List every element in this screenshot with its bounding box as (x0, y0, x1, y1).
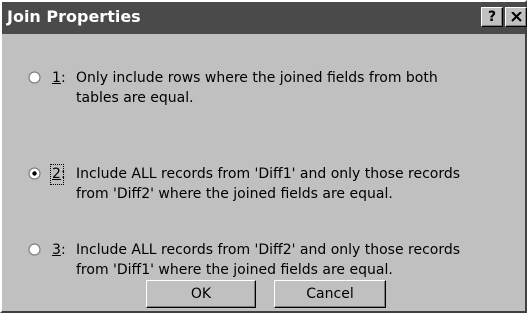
option-1-colon: : (61, 70, 66, 86)
close-button[interactable] (505, 7, 527, 27)
window-title: Join Properties (7, 7, 141, 26)
radio-selected-dot (32, 171, 37, 176)
radio-button-option-1[interactable] (28, 71, 41, 84)
cancel-button[interactable]: Cancel (274, 280, 386, 308)
radio-button-option-3[interactable] (28, 243, 41, 256)
option-3-colon: : (61, 242, 66, 258)
ok-button-label: OK (190, 286, 212, 302)
title-bar[interactable]: Join Properties ? (2, 2, 527, 34)
option-2-number: 2 (52, 166, 61, 182)
option-1-number: 1 (52, 70, 61, 86)
option-3-label: Include ALL records from 'Diff2' and onl… (76, 242, 461, 278)
option-3-number: 3 (52, 242, 61, 258)
help-button[interactable]: ? (481, 7, 503, 27)
option-2-colon: : (61, 166, 66, 182)
close-icon (511, 12, 522, 22)
radio-button-option-2[interactable] (28, 167, 41, 180)
cancel-button-label: Cancel (306, 286, 354, 302)
ok-button[interactable]: OK (146, 280, 256, 308)
join-properties-dialog: Join Properties ? 1 : Only include rows … (0, 0, 527, 313)
option-2-label: Include ALL records from 'Diff1' and onl… (76, 166, 461, 202)
option-1-label: Only include rows where the joined field… (76, 70, 438, 106)
help-icon: ? (487, 9, 497, 25)
